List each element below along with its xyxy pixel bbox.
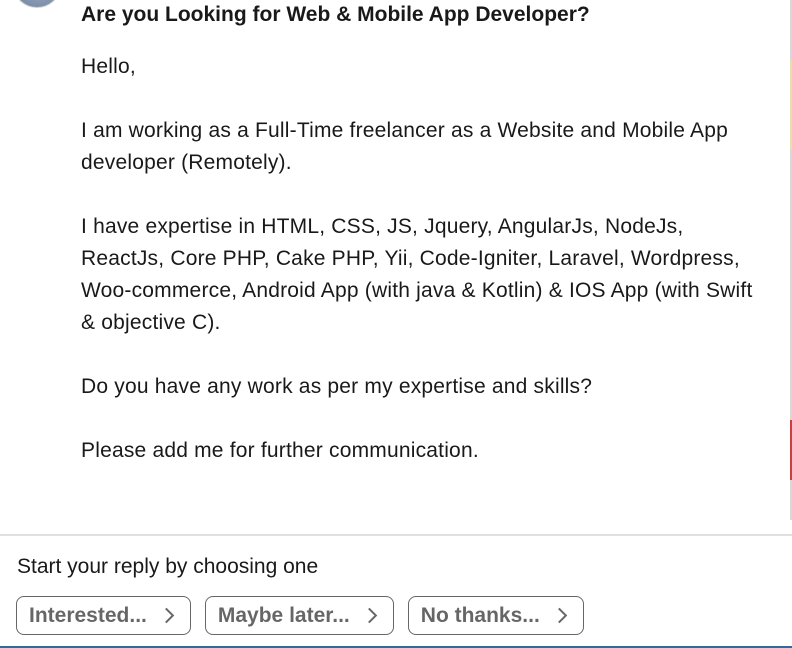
message-paragraph: Please add me for further communication. <box>81 439 479 462</box>
message-paragraph: I am working as a Full-Time freelancer a… <box>81 119 728 174</box>
chip-label: Interested... <box>29 603 147 627</box>
message-paragraph: Hello, <box>81 55 136 78</box>
chevron-right-icon <box>361 607 378 624</box>
chip-label: No thanks... <box>420 603 540 627</box>
quick-reply-options: Interested... Maybe later... No thanks..… <box>16 596 584 635</box>
quick-reply-no-thanks-button[interactable]: No thanks... <box>407 596 584 635</box>
chevron-right-icon <box>158 607 175 624</box>
message-body: Hello, I am working as a Full-Time freel… <box>81 51 771 467</box>
message-pane: Are you Looking for Web & Mobile App Dev… <box>0 0 792 648</box>
quick-reply-interested-button[interactable]: Interested... <box>16 596 191 635</box>
reply-divider <box>0 534 792 536</box>
message-subject: Are you Looking for Web & Mobile App Dev… <box>81 3 590 26</box>
chevron-right-icon <box>551 607 568 624</box>
message-paragraph: I have expertise in HTML, CSS, JS, Jquer… <box>81 215 753 334</box>
message-paragraph: Do you have any work as per my expertise… <box>81 375 593 398</box>
message-content: Are you Looking for Web & Mobile App Dev… <box>81 0 771 499</box>
quick-reply-maybe-later-button[interactable]: Maybe later... <box>204 596 394 635</box>
sender-avatar[interactable] <box>14 0 60 8</box>
chip-label: Maybe later... <box>217 603 350 627</box>
reply-prompt: Start your reply by choosing one <box>17 555 319 578</box>
